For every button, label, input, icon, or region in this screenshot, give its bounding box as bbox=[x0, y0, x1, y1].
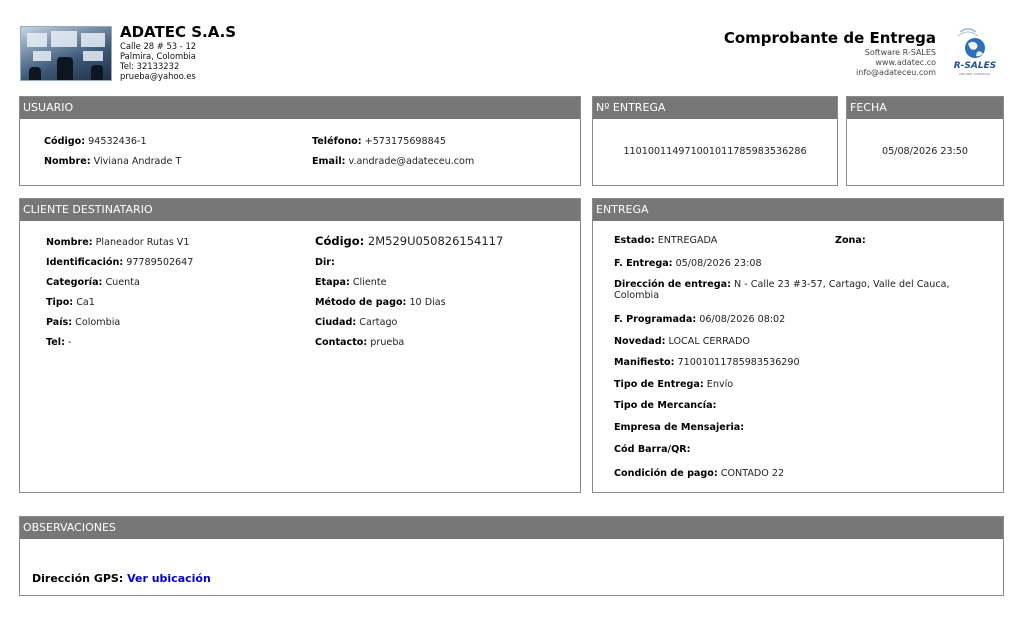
entrega-estado: Estado: ENTREGADA bbox=[614, 235, 718, 246]
observaciones-panel: OBSERVACIONES Dirección GPS: Ver ubicaci… bbox=[19, 516, 1004, 596]
cliente-categoria: Categoría: Cuenta bbox=[46, 277, 140, 288]
cliente-nombre: Nombre: Planeador Rutas V1 bbox=[46, 237, 190, 248]
document-title: Comprobante de Entrega bbox=[723, 29, 936, 47]
fecha-panel: FECHA 05/08/2026 23:50 bbox=[846, 96, 1004, 186]
fecha-header: FECHA bbox=[847, 97, 1003, 119]
cliente-dir: Dir: bbox=[315, 257, 335, 268]
usuario-codigo: Código: 94532436-1 bbox=[44, 136, 147, 147]
entrega-fecha-programada: F. Programada: 06/08/2026 08:02 bbox=[614, 314, 786, 325]
observaciones-header: OBSERVACIONES bbox=[20, 517, 1003, 539]
cliente-panel: CLIENTE DESTINATARIO Nombre: Planeador R… bbox=[19, 198, 581, 493]
fecha-value: 05/08/2026 23:50 bbox=[882, 146, 968, 157]
svg-text:ERP RED COMERCIAL: ERP RED COMERCIAL bbox=[959, 72, 991, 76]
website: www.adatec.co bbox=[875, 58, 936, 67]
numero-entrega-header: Nº ENTREGA bbox=[593, 97, 837, 119]
cliente-tel: Tel: - bbox=[46, 337, 72, 348]
entrega-panel: ENTREGA Estado: ENTREGADA Zona: F. Entre… bbox=[592, 198, 1004, 493]
usuario-telefono: Teléfono: +573175698845 bbox=[312, 136, 446, 147]
usuario-email: Email: v.andrade@adateceu.com bbox=[312, 156, 475, 167]
company-city: Palmira, Colombia bbox=[120, 51, 196, 61]
cliente-tipo: Tipo: Ca1 bbox=[46, 297, 95, 308]
svg-text:R-SALES: R-SALES bbox=[954, 61, 996, 71]
cliente-pais: País: Colombia bbox=[46, 317, 121, 328]
software-name: Software R-SALES bbox=[864, 48, 936, 57]
cliente-codigo: Código: 2M529U050826154117 bbox=[315, 234, 504, 248]
company-photo bbox=[20, 26, 112, 81]
entrega-fecha-entrega: F. Entrega: 05/08/2026 23:08 bbox=[614, 258, 762, 269]
usuario-header: USUARIO bbox=[20, 97, 580, 119]
gps-label: Dirección GPS: bbox=[32, 572, 124, 585]
cliente-header: CLIENTE DESTINATARIO bbox=[20, 199, 580, 221]
company-phone: Tel: 32133232 bbox=[120, 61, 180, 71]
entrega-tipo-entrega: Tipo de Entrega: Envío bbox=[614, 379, 734, 390]
usuario-panel: USUARIO Código: 94532436-1 Nombre: Vivia… bbox=[19, 96, 581, 186]
r-sales-logo: R-SALES ERP RED COMERCIAL bbox=[954, 28, 996, 76]
entrega-novedad: Novedad: LOCAL CERRADO bbox=[614, 336, 750, 347]
cliente-ciudad: Ciudad: Cartago bbox=[315, 317, 398, 328]
ver-ubicacion-link[interactable]: Ver ubicación bbox=[127, 572, 211, 585]
entrega-manifiesto: Manifiesto: 71001011785983536290 bbox=[614, 357, 800, 368]
cliente-metodo-pago: Método de pago: 10 Dias bbox=[315, 297, 446, 308]
usuario-nombre: Nombre: Viviana Andrade T bbox=[44, 156, 182, 167]
contact-email: info@adateceu.com bbox=[856, 68, 936, 77]
gps-row: Dirección GPS: Ver ubicación bbox=[32, 572, 211, 585]
company-address: Calle 28 # 53 - 12 bbox=[120, 41, 197, 51]
entrega-condicion-pago: Condición de pago: CONTADO 22 bbox=[614, 468, 785, 479]
numero-entrega-panel: Nº ENTREGA 1101001149710010117859835362​… bbox=[592, 96, 838, 186]
cliente-etapa: Etapa: Cliente bbox=[315, 277, 387, 288]
document-header: ADATEC S.A.S Calle 28 # 53 - 12 Palmira,… bbox=[20, 22, 1004, 84]
company-email: prueba@yahoo.es bbox=[120, 71, 196, 81]
cliente-contacto: Contacto: prueba bbox=[315, 337, 405, 348]
entrega-tipo-mercancia: Tipo de Mercancía: bbox=[614, 400, 717, 411]
entrega-empresa-mensajeria: Empresa de Mensajeria: bbox=[614, 422, 745, 433]
entrega-direccion: Dirección de entrega: N - Calle 23 #3-57… bbox=[614, 279, 950, 301]
numero-entrega-value: 1101001149710010117859835362​86 bbox=[623, 146, 807, 157]
cliente-identificacion: Identificación: 97789502647 bbox=[46, 257, 194, 268]
entrega-header: ENTREGA bbox=[593, 199, 1003, 221]
entrega-zona: Zona: bbox=[835, 235, 866, 246]
company-name: ADATEC S.A.S bbox=[120, 23, 237, 41]
entrega-cod-barra: Cód Barra/QR: bbox=[614, 444, 691, 455]
company-info: ADATEC S.A.S Calle 28 # 53 - 12 Palmira,… bbox=[120, 23, 236, 81]
